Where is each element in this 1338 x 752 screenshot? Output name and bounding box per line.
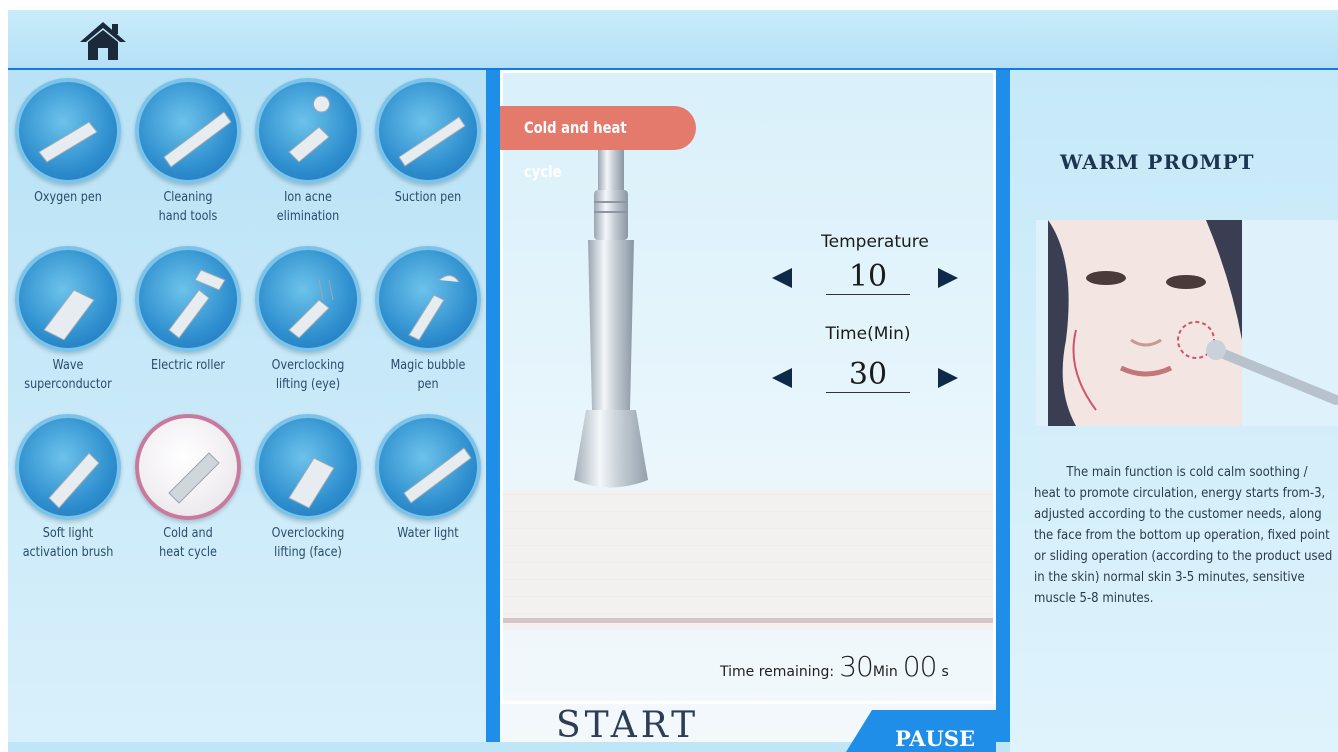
tool-label: Oxygen pen <box>34 190 102 205</box>
tool-button[interactable]: Overclocking lifting (eye) <box>248 246 368 394</box>
tool-image <box>135 78 241 184</box>
tool-label: Ion acne elimination <box>276 190 340 224</box>
remaining-seconds: 00 <box>902 650 938 683</box>
tool-label: Water light <box>397 526 459 541</box>
remaining-seconds-unit: s <box>941 664 949 680</box>
tool-button[interactable]: Overclocking lifting (face) <box>248 414 368 562</box>
tool-image <box>135 414 241 520</box>
face-illustration <box>1036 220 1338 426</box>
panel-divider-right <box>996 70 1010 742</box>
tool-label: Overclocking lifting (face) <box>271 526 345 560</box>
home-button[interactable] <box>78 18 128 64</box>
tool-button[interactable]: Ion acne elimination <box>248 78 368 226</box>
tool-label: Overclocking lifting (eye) <box>271 358 345 392</box>
tool-button[interactable]: Water light <box>368 414 488 543</box>
tool-image <box>375 246 481 352</box>
tool-image <box>15 78 121 184</box>
home-icon <box>80 22 126 60</box>
remaining-minutes-unit: Min <box>872 664 898 680</box>
tool-button[interactable]: Cold and heat cycle <box>128 414 248 562</box>
tool-label: Wave superconductor <box>24 358 112 392</box>
tool-label: Cleaning hand tools <box>158 190 218 224</box>
time-decrease-button[interactable] <box>772 368 792 388</box>
top-bar <box>8 10 1338 68</box>
remaining-minutes: 30 <box>839 650 874 683</box>
tool-image <box>255 414 361 520</box>
pause-label: PAUSE <box>894 726 976 751</box>
tool-button[interactable]: Wave superconductor <box>8 246 128 394</box>
time-label: Time(Min) <box>825 324 911 344</box>
tool-button[interactable]: Cleaning hand tools <box>128 78 248 226</box>
panel-divider-left <box>486 70 500 742</box>
time-value: 30 <box>826 358 910 393</box>
tool-image <box>375 414 481 520</box>
tool-label: Soft light activation brush <box>22 526 114 560</box>
tool-label: Magic bubble pen <box>390 358 466 392</box>
temperature-value: 10 <box>826 260 910 295</box>
tool-label: Electric roller <box>151 358 225 373</box>
tool-label: Cold and heat cycle <box>159 526 217 560</box>
tool-image <box>255 78 361 184</box>
tool-image <box>15 414 121 520</box>
tool-button[interactable]: Magic bubble pen <box>368 246 488 394</box>
prompt-description: The main function is cold calm soothing … <box>1034 465 1333 606</box>
temperature-increase-button[interactable] <box>938 268 958 288</box>
tool-image <box>135 246 241 352</box>
tool-image <box>255 246 361 352</box>
tool-image <box>15 246 121 352</box>
tool-button[interactable]: Oxygen pen <box>8 78 128 207</box>
time-remaining: Time remaining: 30Min 00 s <box>720 650 1000 686</box>
tool-button[interactable]: Soft light activation brush <box>8 414 128 562</box>
tool-button[interactable]: Suction pen <box>368 78 488 207</box>
temperature-label: Temperature <box>821 232 929 252</box>
tool-label: Suction pen <box>394 190 462 205</box>
temperature-decrease-button[interactable] <box>772 268 792 288</box>
tool-image <box>375 78 481 184</box>
prompt-title: WARM PROMPT <box>1060 150 1255 174</box>
remaining-label: Time remaining: <box>720 664 835 680</box>
time-increase-button[interactable] <box>938 368 958 388</box>
tool-button[interactable]: Electric roller <box>128 246 248 375</box>
mode-tag-label: Cold and heat cycle <box>524 118 627 181</box>
pause-button[interactable]: PAUSE <box>846 710 996 752</box>
mode-tag: Cold and heat cycle <box>500 106 696 181</box>
start-button[interactable]: START <box>556 705 736 752</box>
